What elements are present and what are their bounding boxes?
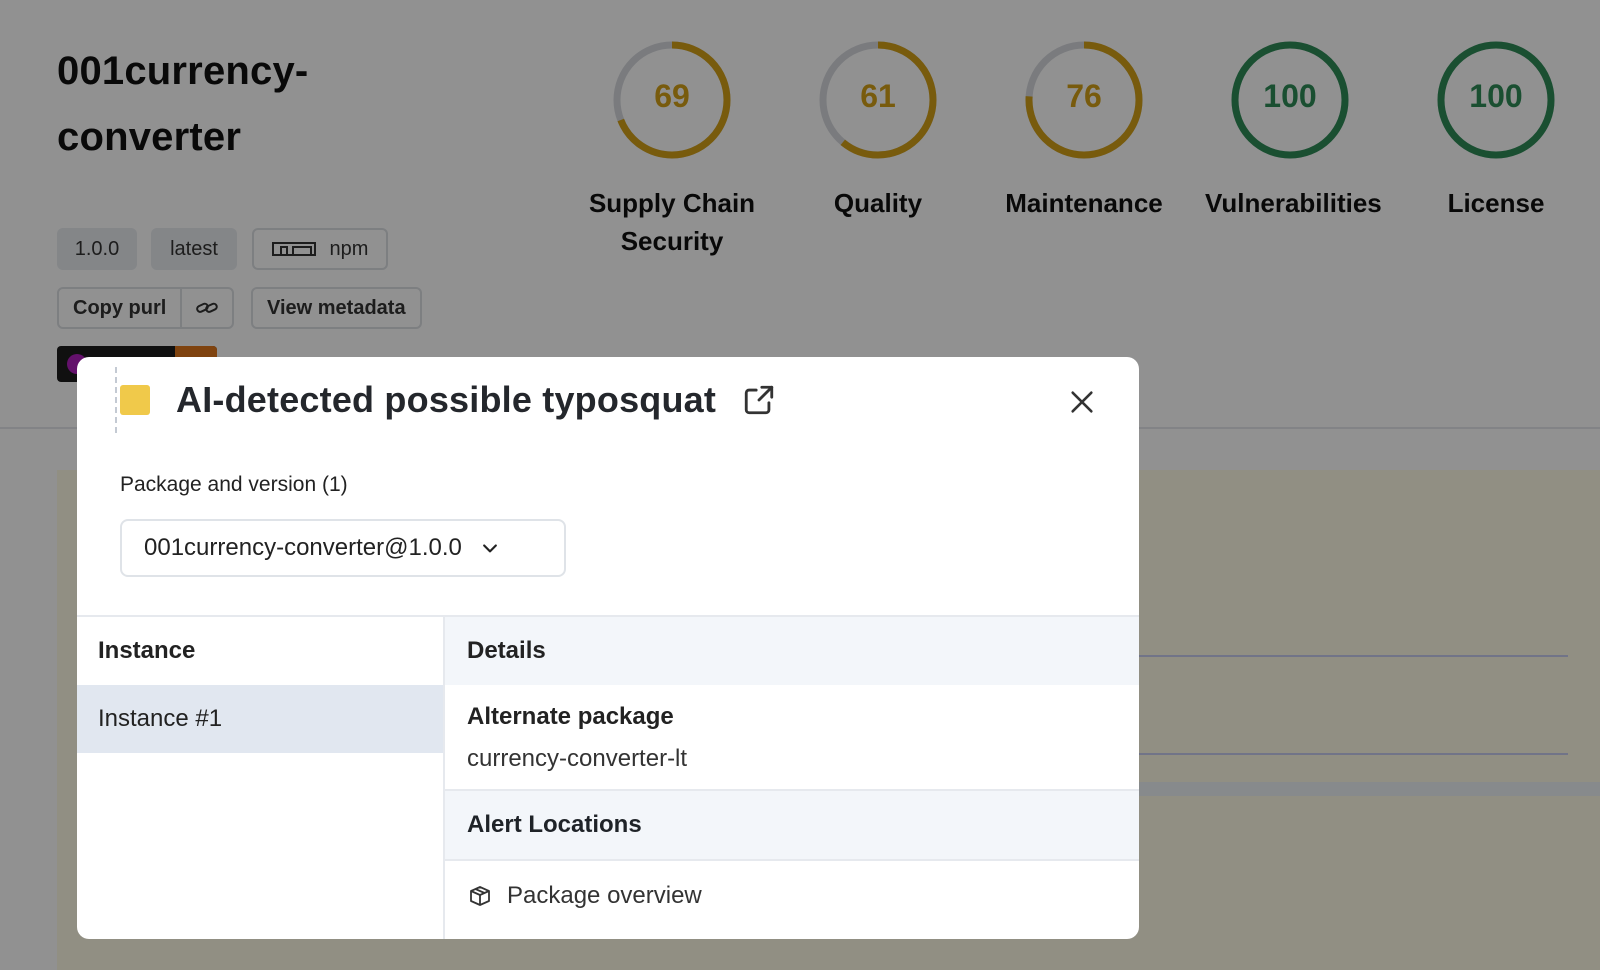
instance-header: Instance [98,637,196,664]
external-link-icon[interactable] [742,383,776,417]
instance-column: Instance Instance #1 [77,617,445,939]
selected-package: 001currency-converter@1.0.0 [144,534,462,561]
alternate-package-section: Alternate package currency-converter-lt [445,685,1139,791]
details-column: Details Alternate package currency-conve… [445,617,1139,939]
modal-header: AI-detected possible typosquat [115,367,776,433]
alert-modal: AI-detected possible typosquat Package a… [77,357,1139,939]
alert-location-item[interactable]: Package overview [445,861,1139,931]
box-icon [467,884,493,908]
alternate-package-label: Alternate package [467,703,674,730]
chevron-down-icon [480,538,500,558]
alert-location-label: Package overview [507,882,702,909]
severity-indicator [115,367,150,433]
modal-title: AI-detected possible typosquat [176,379,717,420]
details-header: Details [445,617,1139,685]
instance-item[interactable]: Instance #1 [77,685,443,753]
package-version-label: Package and version (1) [120,473,348,496]
close-icon[interactable] [1065,385,1099,419]
alternate-package-value: currency-converter-lt [467,745,688,772]
instance-details-panel: Instance Instance #1 Details Alternate p… [77,615,1139,939]
package-version-select[interactable]: 001currency-converter@1.0.0 [120,519,566,577]
alert-locations-header: Alert Locations [445,791,1139,861]
